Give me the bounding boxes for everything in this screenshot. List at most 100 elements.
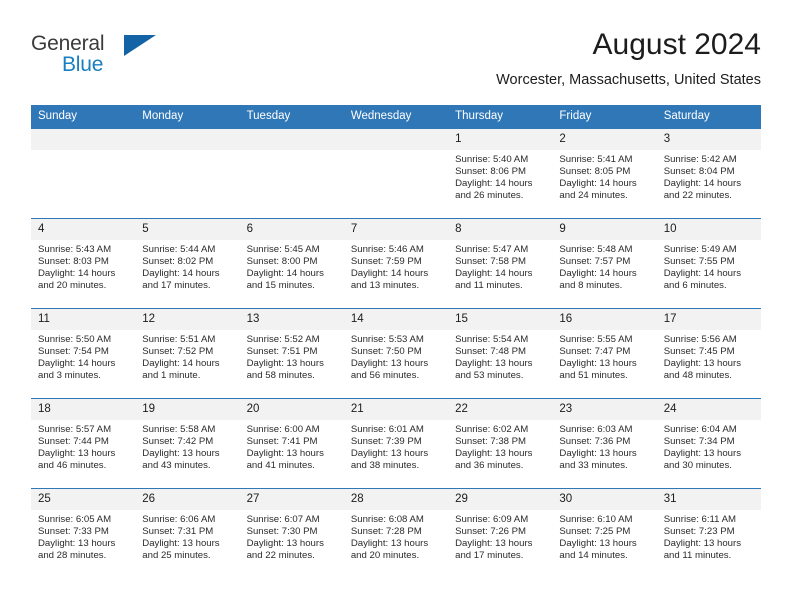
daylight-text-line2: and 58 minutes.: [246, 370, 315, 382]
sunset-text: Sunset: 7:44 PM: [38, 436, 109, 448]
day-number: 23: [552, 399, 657, 420]
sunrise-text: Sunrise: 5:48 AM: [559, 244, 633, 255]
daylight-text-line2: and 30 minutes.: [663, 460, 732, 472]
calendar-cell-empty: [343, 129, 449, 219]
calendar-day-cell[interactable]: 20 Sunrise: 6:00 AM Sunset: 7:41 PM Dayligh…: [239, 398, 344, 489]
calendar-day-cell[interactable]: 22 Sunrise: 6:02 AM Sunset: 7:38 PM Dayligh…: [448, 398, 553, 489]
calendar-day-cell[interactable]: 19 Sunrise: 5:58 AM Sunset: 7:42 PM Dayligh…: [135, 398, 240, 489]
calendar-day-cell[interactable]: 4 Sunrise: 5:43 AM Sunset: 8:03 PM Daylight…: [31, 218, 136, 309]
daylight-text-line2: and 11 minutes.: [455, 280, 523, 292]
day-sun-info: Sunrise: 5:41 AM Sunset: 8:05 PM Daylight:…: [552, 150, 656, 202]
day-number: [239, 129, 344, 150]
sunset-text: Sunset: 7:30 PM: [246, 526, 318, 538]
day-number: 20: [239, 399, 344, 420]
daylight-text-line1: Daylight: 14 hours: [559, 268, 637, 280]
day-sun-info: Sunrise: 5:56 AM Sunset: 7:45 PM Daylight:…: [657, 330, 761, 382]
day-sun-info: Sunrise: 6:00 AM Sunset: 7:41 PM Daylight:…: [240, 420, 344, 472]
sunrise-text: Sunrise: 5:49 AM: [663, 244, 737, 255]
calendar-day-cell[interactable]: 5 Sunrise: 5:44 AM Sunset: 8:02 PM Daylight…: [135, 218, 240, 309]
daylight-text-line2: and 56 minutes.: [350, 370, 420, 382]
daylight-text-line1: Daylight: 14 hours: [559, 178, 637, 190]
daylight-text-line2: and 13 minutes.: [350, 280, 420, 292]
daylight-text-line2: and 15 minutes.: [246, 280, 315, 292]
day-sun-info: Sunrise: 5:55 AM Sunset: 7:47 PM Daylight:…: [552, 330, 656, 382]
calendar-day-cell[interactable]: 14 Sunrise: 5:53 AM Sunset: 7:50 PM Dayligh…: [343, 308, 449, 399]
day-sun-info: Sunrise: 5:44 AM Sunset: 8:02 PM Daylight:…: [135, 240, 239, 292]
day-number: 13: [239, 309, 344, 330]
calendar-day-cell[interactable]: 6 Sunrise: 5:45 AM Sunset: 8:00 PM Daylight…: [239, 218, 344, 309]
daylight-text-line1: Daylight: 14 hours: [455, 178, 533, 190]
calendar-day-cell[interactable]: 7 Sunrise: 5:46 AM Sunset: 7:59 PM Daylight…: [343, 218, 449, 309]
sunset-text: Sunset: 8:05 PM: [559, 166, 631, 178]
day-number: 26: [135, 489, 240, 510]
sunrise-text: Sunrise: 6:10 AM: [559, 514, 633, 525]
daylight-text-line1: Daylight: 13 hours: [559, 538, 637, 550]
calendar-day-cell[interactable]: 1 Sunrise: 5:40 AM Sunset: 8:06 PM Daylight…: [448, 129, 553, 219]
day-sun-info: Sunrise: 5:58 AM Sunset: 7:42 PM Daylight:…: [135, 420, 239, 472]
calendar-day-cell[interactable]: 31 Sunrise: 6:11 AM Sunset: 7:23 PM Dayligh…: [656, 488, 761, 578]
weekday-header-saturday: Saturday: [656, 105, 761, 129]
calendar-week-row: 1 Sunrise: 5:40 AM Sunset: 8:06 PM Daylight…: [31, 129, 761, 219]
calendar-day-cell[interactable]: 11 Sunrise: 5:50 AM Sunset: 7:54 PM Dayligh…: [31, 308, 136, 399]
calendar-day-cell[interactable]: 3 Sunrise: 5:42 AM Sunset: 8:04 PM Daylight…: [656, 129, 761, 219]
daylight-text-line2: and 20 minutes.: [350, 550, 420, 562]
sunrise-text: Sunrise: 5:57 AM: [38, 424, 112, 435]
calendar-day-cell[interactable]: 24 Sunrise: 6:04 AM Sunset: 7:34 PM Dayligh…: [656, 398, 761, 489]
calendar-day-cell[interactable]: 2 Sunrise: 5:41 AM Sunset: 8:05 PM Daylight…: [552, 129, 657, 219]
calendar-day-cell[interactable]: 12 Sunrise: 5:51 AM Sunset: 7:52 PM Dayligh…: [135, 308, 240, 399]
day-number: 30: [552, 489, 657, 510]
daylight-text-line1: Daylight: 13 hours: [350, 538, 429, 550]
calendar-day-cell[interactable]: 21 Sunrise: 6:01 AM Sunset: 7:39 PM Dayligh…: [343, 398, 449, 489]
sunrise-text: Sunrise: 5:46 AM: [350, 244, 424, 255]
sunrise-text: Sunrise: 5:50 AM: [38, 334, 112, 345]
daylight-text-line1: Daylight: 13 hours: [38, 538, 116, 550]
calendar-day-cell[interactable]: 30 Sunrise: 6:10 AM Sunset: 7:25 PM Dayligh…: [552, 488, 657, 578]
calendar-day-cell[interactable]: 15 Sunrise: 5:54 AM Sunset: 7:48 PM Dayligh…: [448, 308, 553, 399]
calendar-day-cell[interactable]: 27 Sunrise: 6:07 AM Sunset: 7:30 PM Dayligh…: [239, 488, 344, 578]
calendar-day-cell[interactable]: 25 Sunrise: 6:05 AM Sunset: 7:33 PM Dayligh…: [31, 488, 136, 578]
day-number: 22: [448, 399, 553, 420]
daylight-text-line1: Daylight: 13 hours: [350, 448, 429, 460]
sunrise-text: Sunrise: 5:54 AM: [455, 334, 529, 345]
calendar-day-cell[interactable]: 17 Sunrise: 5:56 AM Sunset: 7:45 PM Dayligh…: [656, 308, 761, 399]
calendar-day-cell[interactable]: 26 Sunrise: 6:06 AM Sunset: 7:31 PM Dayligh…: [135, 488, 240, 578]
sunset-text: Sunset: 7:50 PM: [350, 346, 422, 358]
day-sun-info: Sunrise: 6:08 AM Sunset: 7:28 PM Daylight:…: [344, 510, 448, 562]
daylight-text-line2: and 20 minutes.: [38, 280, 107, 292]
day-number: [135, 129, 240, 150]
day-sun-info: Sunrise: 6:10 AM Sunset: 7:25 PM Daylight:…: [552, 510, 656, 562]
calendar-day-cell[interactable]: 9 Sunrise: 5:48 AM Sunset: 7:57 PM Daylight…: [552, 218, 657, 309]
sunrise-text: Sunrise: 6:01 AM: [350, 424, 424, 435]
sunrise-text: Sunrise: 6:07 AM: [246, 514, 320, 525]
calendar-page: General Blue August 2024 Worcester, Mass…: [0, 0, 792, 612]
calendar-day-cell[interactable]: 29 Sunrise: 6:09 AM Sunset: 7:26 PM Dayligh…: [448, 488, 553, 578]
sunset-text: Sunset: 7:55 PM: [663, 256, 735, 268]
calendar-day-cell[interactable]: 10 Sunrise: 5:49 AM Sunset: 7:55 PM Dayligh…: [656, 218, 761, 309]
day-sun-info: Sunrise: 5:51 AM Sunset: 7:52 PM Daylight:…: [135, 330, 239, 382]
daylight-text-line1: Daylight: 14 hours: [38, 358, 116, 370]
day-sun-info: Sunrise: 6:01 AM Sunset: 7:39 PM Daylight:…: [344, 420, 448, 472]
day-sun-info: Sunrise: 6:06 AM Sunset: 7:31 PM Daylight:…: [135, 510, 239, 562]
daylight-text-line1: Daylight: 14 hours: [38, 268, 116, 280]
daylight-text-line1: Daylight: 14 hours: [663, 268, 742, 280]
calendar-day-cell[interactable]: 16 Sunrise: 5:55 AM Sunset: 7:47 PM Dayligh…: [552, 308, 657, 399]
calendar-day-cell[interactable]: 13 Sunrise: 5:52 AM Sunset: 7:51 PM Dayligh…: [239, 308, 344, 399]
day-sun-info: Sunrise: 5:52 AM Sunset: 7:51 PM Daylight:…: [240, 330, 344, 382]
calendar-day-cell[interactable]: 18 Sunrise: 5:57 AM Sunset: 7:44 PM Dayligh…: [31, 398, 136, 489]
day-number: 29: [448, 489, 553, 510]
calendar-day-cell[interactable]: 23 Sunrise: 6:03 AM Sunset: 7:36 PM Dayligh…: [552, 398, 657, 489]
daylight-text-line1: Daylight: 13 hours: [246, 358, 324, 370]
daylight-text-line2: and 24 minutes.: [559, 190, 628, 202]
sunset-text: Sunset: 7:58 PM: [455, 256, 527, 268]
calendar-day-cell[interactable]: 8 Sunrise: 5:47 AM Sunset: 7:58 PM Daylight…: [448, 218, 553, 309]
day-number: 3: [656, 129, 761, 150]
sunset-text: Sunset: 7:39 PM: [350, 436, 422, 448]
calendar-cell-empty: [239, 129, 344, 219]
weekday-header-wednesday: Wednesday: [343, 105, 449, 129]
daylight-text-line1: Daylight: 13 hours: [350, 358, 429, 370]
logo-text-blue: Blue: [62, 53, 104, 76]
calendar-day-cell[interactable]: 28 Sunrise: 6:08 AM Sunset: 7:28 PM Dayligh…: [343, 488, 449, 578]
calendar-week-row: 25 Sunrise: 6:05 AM Sunset: 7:33 PM Dayligh…: [31, 488, 761, 578]
sunset-text: Sunset: 8:00 PM: [246, 256, 318, 268]
sunset-text: Sunset: 7:26 PM: [455, 526, 527, 538]
